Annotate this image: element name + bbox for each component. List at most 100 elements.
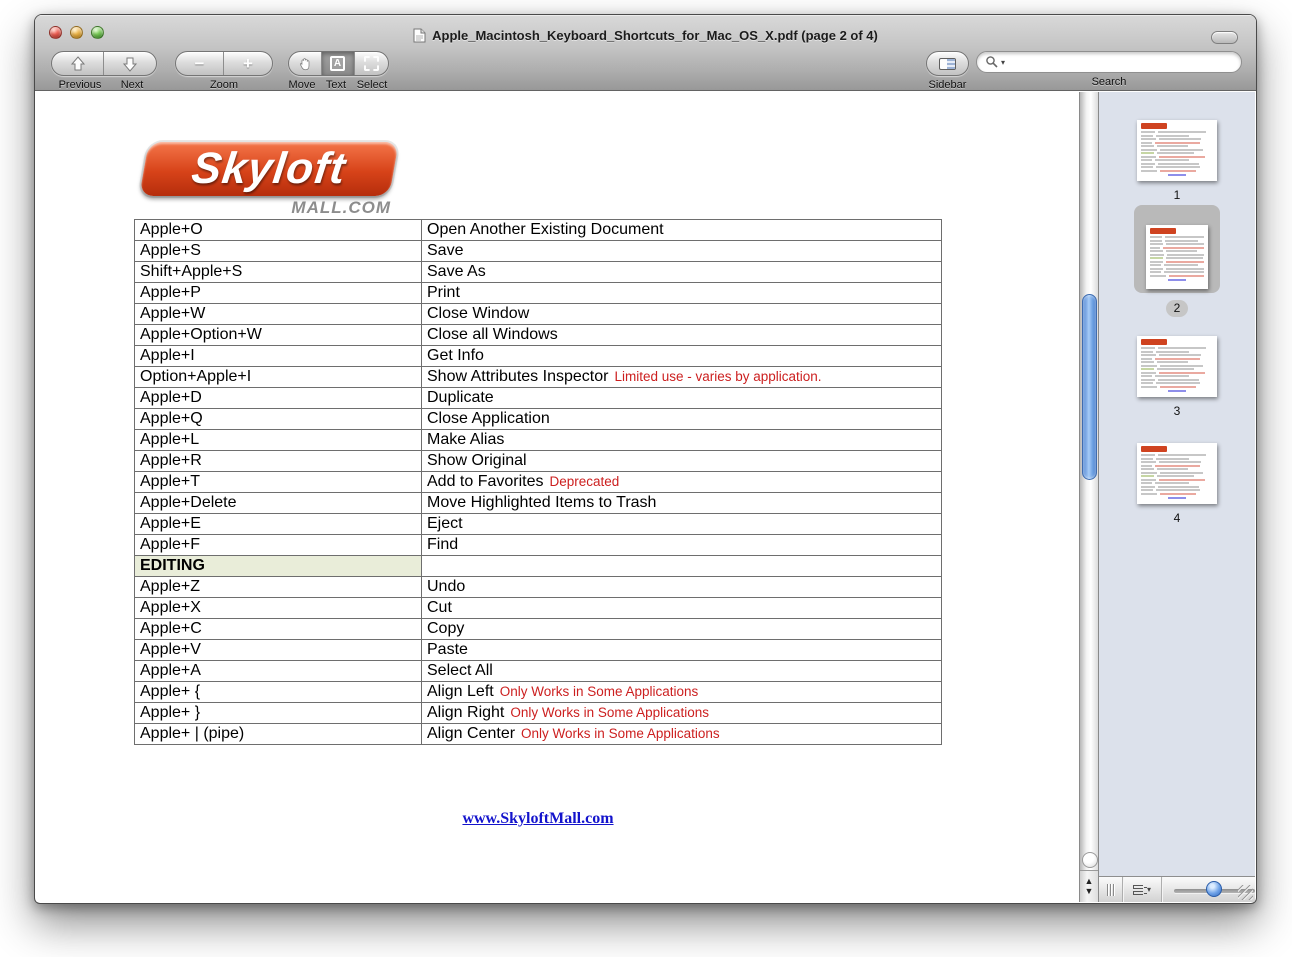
search-icon (985, 55, 999, 69)
table-row: Apple+VPaste (135, 640, 942, 661)
page-layout-button[interactable]: ▾ (1123, 877, 1161, 902)
pane-resize-grip[interactable] (1107, 884, 1114, 896)
table-row: Apple+ {Align LeftOnly Works in Some App… (135, 682, 942, 703)
table-row: Apple+WClose Window (135, 304, 942, 325)
slider-knob[interactable] (1206, 881, 1222, 897)
text-tool-button[interactable]: A (322, 52, 355, 75)
search-input[interactable] (1007, 54, 1233, 70)
search-group: ▾ Search (976, 51, 1242, 88)
shortcut-key-cell: Apple+Q (135, 409, 422, 430)
shortcut-note: Deprecated (550, 474, 620, 489)
skyloft-logo: Skyloft MALL.COM (144, 142, 397, 218)
shortcut-action-cell: Align RightOnly Works in Some Applicatio… (422, 703, 942, 724)
shortcut-action-cell: Close Application (422, 409, 942, 430)
section-empty-cell (422, 556, 942, 577)
shortcut-note: Only Works in Some Applications (500, 684, 699, 699)
sidebar-thumbnail-page-2[interactable]: 2 (1099, 205, 1255, 317)
sidebar-icon (939, 58, 956, 70)
shortcut-key-cell: Apple+F (135, 535, 422, 556)
move-tool-button[interactable] (289, 52, 322, 75)
page-nav-group: Previous Next (51, 51, 157, 91)
minus-icon: − (195, 55, 205, 72)
shortcut-action-cell: Eject (422, 514, 942, 535)
shortcut-key-cell: Apple+ | (pipe) (135, 724, 422, 745)
layout-dropdown-arrow-icon: ▾ (1147, 885, 1151, 894)
shortcut-action-cell: Show Attributes InspectorLimited use - v… (422, 367, 942, 388)
table-row: Apple+EEject (135, 514, 942, 535)
sidebar-label: Sidebar (929, 79, 967, 91)
content-area: Skyloft MALL.COM Apple+OOpen Another Exi… (36, 92, 1255, 902)
sidebar-thumbnail-page-3[interactable]: 3 (1099, 336, 1255, 418)
shortcut-key-cell: Apple+X (135, 598, 422, 619)
page-thumbnail-image (1137, 120, 1217, 181)
zoom-label: Zoom (210, 79, 238, 91)
text-label: Text (320, 79, 352, 91)
window-resize-grip[interactable] (1238, 885, 1253, 900)
window-header: Apple_Macintosh_Keyboard_Shortcuts_for_M… (35, 15, 1256, 91)
shortcut-key-cell: Apple+T (135, 472, 422, 493)
scroll-down-arrow[interactable]: ▼ (1085, 887, 1094, 896)
shortcut-key-cell: Shift+Apple+S (135, 262, 422, 283)
preview-window: Apple_Macintosh_Keyboard_Shortcuts_for_M… (34, 14, 1257, 904)
table-row: Shift+Apple+SSave As (135, 262, 942, 283)
scrollbar-thumb[interactable] (1082, 294, 1097, 480)
scroll-up-arrow[interactable]: ▲ (1085, 877, 1094, 886)
search-label: Search (1092, 76, 1127, 88)
sidebar-thumbnail-page-1[interactable]: 1 (1099, 120, 1255, 202)
table-row: Apple+DDuplicate (135, 388, 942, 409)
table-row: Apple+ | (pipe)Align CenterOnly Works in… (135, 724, 942, 745)
vertical-scrollbar[interactable]: ▲ ▼ (1079, 92, 1099, 902)
shortcut-action-cell: Show Original (422, 451, 942, 472)
shortcut-action-cell: Copy (422, 619, 942, 640)
search-scope-arrow-icon: ▾ (1001, 58, 1005, 67)
shortcut-key-cell: Apple+ } (135, 703, 422, 724)
sidebar-thumbnail-page-4[interactable]: 4 (1099, 443, 1255, 525)
table-row: Apple+XCut (135, 598, 942, 619)
thumbnail-page-number: 1 (1174, 188, 1181, 202)
zoom-out-button[interactable]: − (176, 52, 224, 75)
shortcut-key-cell: Apple+L (135, 430, 422, 451)
table-section-row: EDITING (135, 556, 942, 577)
toolbar-toggle-pill[interactable] (1211, 31, 1238, 44)
page-thumbnail-image (1146, 225, 1208, 289)
shortcut-key-cell: Apple+W (135, 304, 422, 325)
skyloft-logo-text: Skyloft (189, 144, 349, 194)
sidebar-button[interactable] (927, 52, 968, 75)
shortcut-action-cell: Save As (422, 262, 942, 283)
thumbnail-page-number: 2 (1166, 300, 1189, 317)
down-arrow-icon (122, 56, 138, 72)
table-row: Apple+LMake Alias (135, 430, 942, 451)
table-row: Apple+OOpen Another Existing Document (135, 220, 942, 241)
shortcut-note: Only Works in Some Applications (521, 726, 720, 741)
skyloft-logo-box: Skyloft (139, 142, 399, 196)
previous-button[interactable] (52, 52, 104, 75)
next-label: Next (108, 79, 156, 91)
shortcut-action-cell: Get Info (422, 346, 942, 367)
shortcut-key-cell: Apple+I (135, 346, 422, 367)
zoom-in-button[interactable]: + (224, 52, 272, 75)
shortcut-key-cell: Apple+O (135, 220, 422, 241)
hand-icon (297, 56, 313, 72)
shortcut-action-cell: Open Another Existing Document (422, 220, 942, 241)
table-row: Apple+RShow Original (135, 451, 942, 472)
document-icon (413, 28, 426, 43)
page-thumbnail-image (1137, 443, 1217, 504)
sidebar-footer-bar: ▾ (1099, 876, 1255, 902)
shortcut-key-cell: Apple+S (135, 241, 422, 262)
table-row: Apple+SSave (135, 241, 942, 262)
skyloftmall-link[interactable]: www.SkyloftMall.com (462, 810, 613, 827)
scrollbar-track-end (1082, 852, 1098, 868)
table-row: Apple+ }Align RightOnly Works in Some Ap… (135, 703, 942, 724)
table-row: Apple+IGet Info (135, 346, 942, 367)
shortcut-action-cell: Align LeftOnly Works in Some Application… (422, 682, 942, 703)
search-field[interactable]: ▾ (976, 51, 1242, 73)
table-row: Apple+CCopy (135, 619, 942, 640)
shortcut-key-cell: Apple+A (135, 661, 422, 682)
shortcut-key-cell: Option+Apple+I (135, 367, 422, 388)
shortcut-table: Apple+OOpen Another Existing DocumentApp… (134, 219, 942, 745)
shortcut-table-body: Apple+OOpen Another Existing DocumentApp… (135, 220, 942, 745)
select-tool-button[interactable] (355, 52, 388, 75)
next-button[interactable] (104, 52, 156, 75)
table-row: Apple+ZUndo (135, 577, 942, 598)
shortcut-key-cell: Apple+R (135, 451, 422, 472)
